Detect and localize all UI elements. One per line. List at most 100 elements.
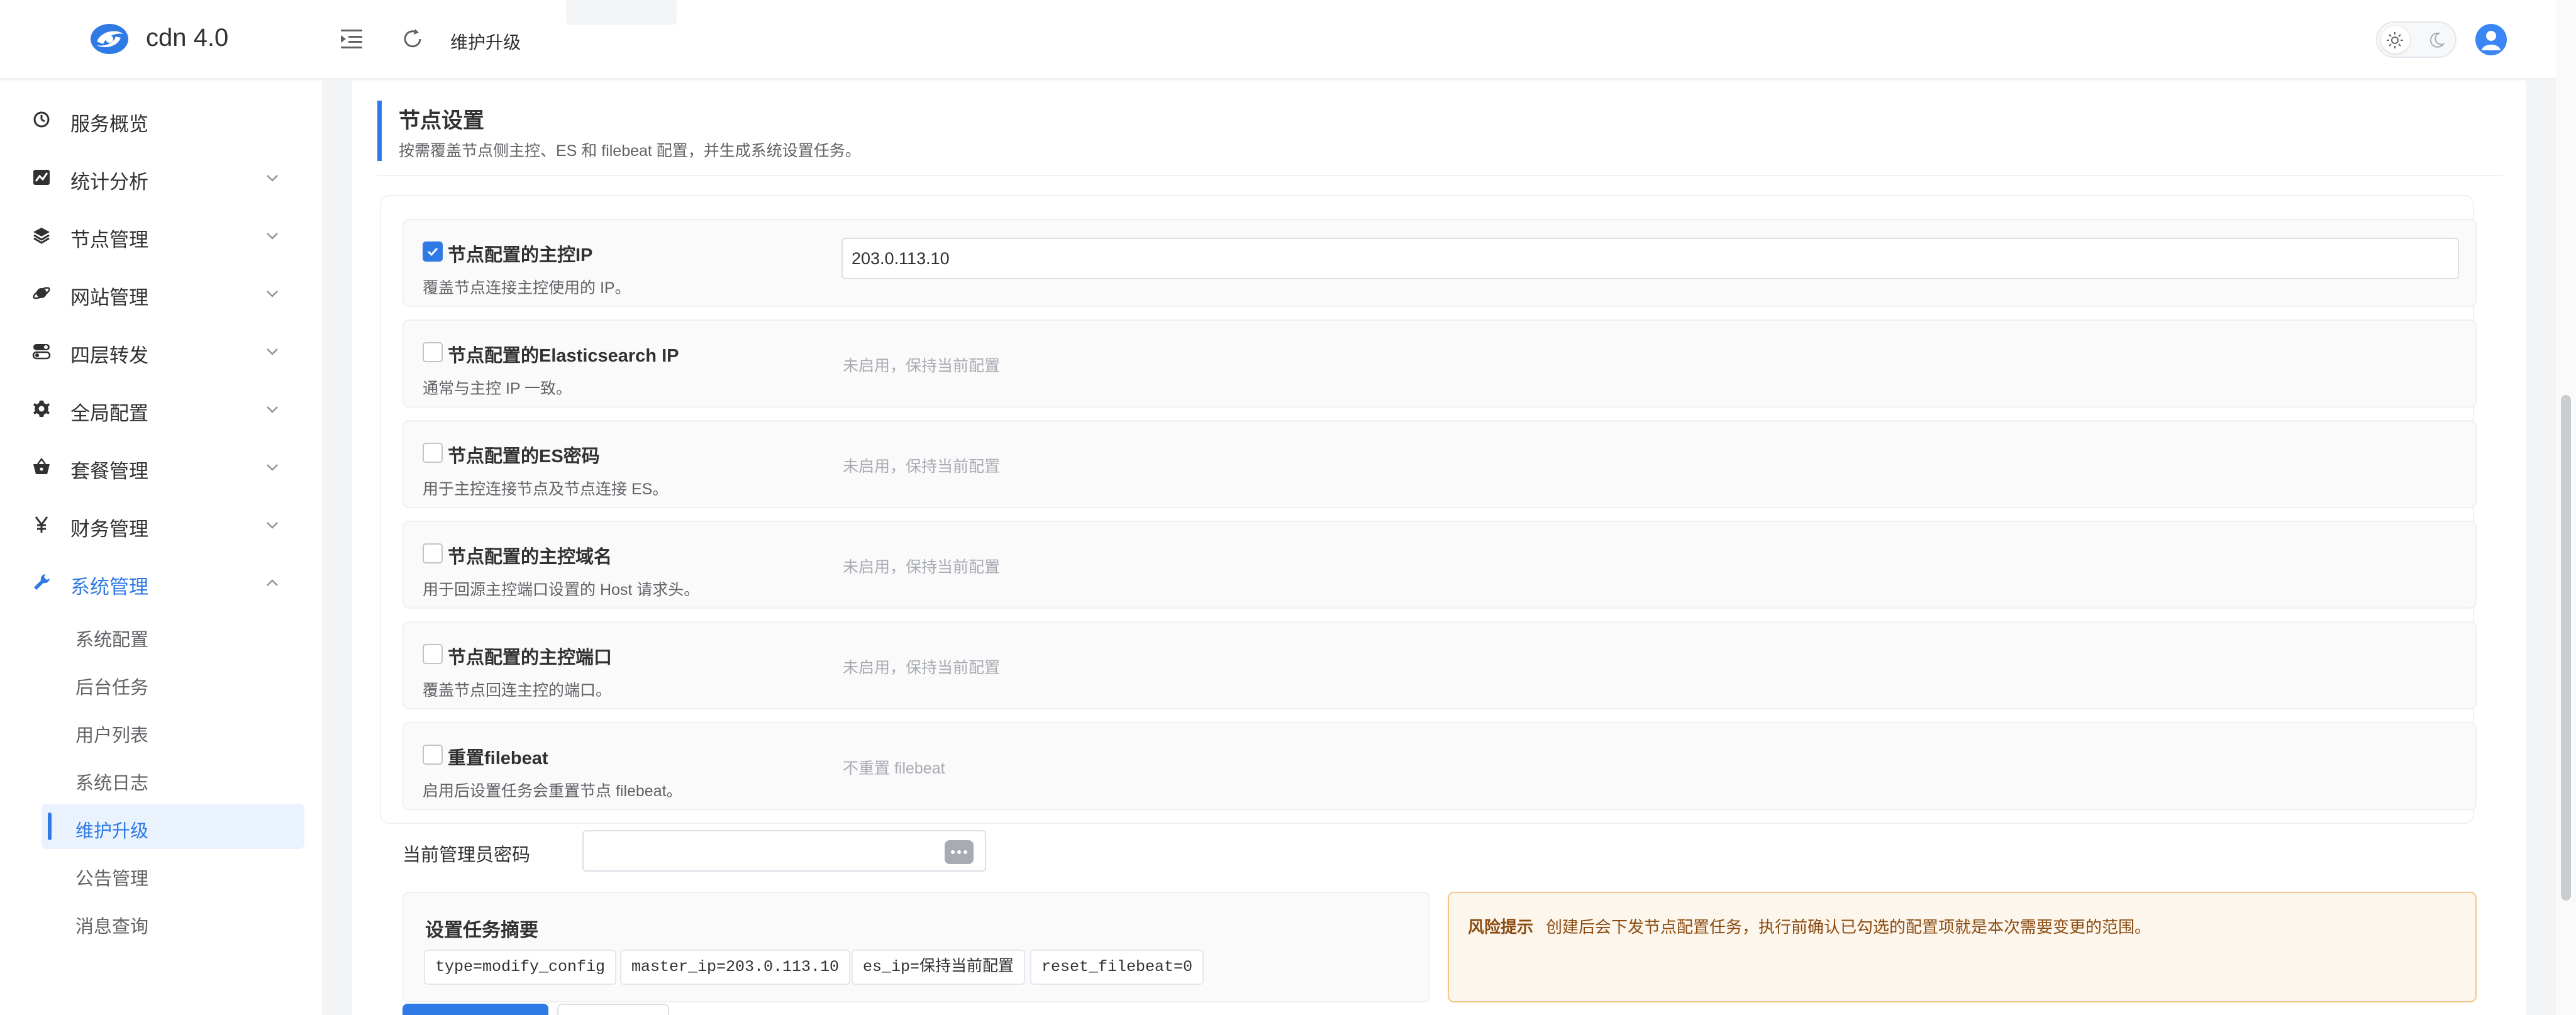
option-master-port: 节点配置的主控端口 覆盖节点回连主控的端口。 未启用，保持当前配置 [402,621,2477,709]
reset-filebeat-checkbox[interactable] [423,745,443,765]
master-ip-checkbox[interactable] [423,241,443,262]
option-master-ip: 节点配置的主控IP 覆盖节点连接主控使用的 IP。 [402,219,2477,307]
sidebar-item-nodes[interactable]: 节点管理 [0,210,322,260]
risk-warning-card: 风险提示 创建后会下发节点配置任务，执行前确认已勾选的配置项就是本次需要变更的范… [1448,892,2477,1002]
section-description: 按需覆盖节点侧主控、ES 和 filebeat 配置，并生成系统设置任务。 [399,142,861,160]
sidebar-subitem-announcements[interactable]: 公告管理 [42,851,304,897]
summary-tag: master_ip=203.0.113.10 [620,950,851,985]
option-title: 节点配置的主控端口 [448,648,613,668]
more-dots-icon [951,850,967,854]
submit-button[interactable] [402,1004,548,1015]
sidebar-subitem-label: 后台任务 [75,678,149,698]
sidebar-item-label: 系统管理 [70,576,148,598]
sidebar-item-finance[interactable]: 财务管理 [0,499,322,550]
sidebar-item-label: 全局配置 [70,402,148,424]
summary-tag: type=modify_config [424,950,617,985]
admin-password-field [582,830,986,872]
option-description: 覆盖节点连接主控使用的 IP。 [423,279,631,297]
refresh-icon[interactable] [400,26,425,52]
dashboard-icon [33,111,50,128]
sidebar-subitem-user-list[interactable]: 用户列表 [42,708,304,753]
master-ip-input[interactable] [841,238,2459,279]
chevron-up-icon [267,579,278,586]
admin-password-label: 当前管理员密码 [402,845,531,865]
risk-title: 风险提示 [1468,918,1534,936]
sidebar: 服务概览 统计分析 节点管理 网站管理 四层转发 全局配置 套餐管理 财务管理 … [0,80,322,1015]
sidebar-subitem-label: 维护升级 [75,821,149,841]
chart-icon [33,170,50,185]
wrench-icon [34,574,50,590]
es-password-checkbox[interactable] [423,443,443,463]
option-hint: 未启用，保持当前配置 [843,558,1001,576]
task-summary-card: 设置任务摘要 type=modify_config master_ip=203.… [402,892,1430,1002]
option-description: 覆盖节点回连主控的端口。 [423,682,612,699]
sidebar-subitem-label: 用户列表 [75,726,149,746]
sidebar-item-forwarding[interactable]: 四层转发 [0,326,322,376]
breadcrumb: 维护升级 [450,33,521,52]
yen-icon [35,516,48,533]
sidebar-subitem-label: 系统配置 [75,630,149,650]
option-hint: 不重置 filebeat [843,760,945,777]
sidebar-subitem-label: 消息查询 [75,917,149,937]
chevron-down-icon [267,406,278,413]
user-icon [2482,31,2501,50]
password-reveal-button[interactable] [945,840,974,864]
basket-icon [33,457,50,474]
sidebar-subitem-maintenance-upgrade[interactable]: 维护升级 [42,804,304,849]
option-hint: 未启用，保持当前配置 [843,357,1001,375]
option-title: 节点配置的ES密码 [448,446,600,467]
theme-toggle[interactable] [2376,21,2457,58]
section-accent-bar [377,101,382,161]
sidebar-item-label: 网站管理 [70,287,148,309]
app-title: cdn 4.0 [146,24,229,52]
planet-icon [33,287,50,299]
top-bar: cdn 4.0 维护升级 [0,0,2556,79]
chevron-down-icon [267,175,278,182]
sidebar-item-system[interactable]: 系统管理 [0,557,322,607]
faded-tab [566,0,677,25]
sidebar-subitem-background-tasks[interactable]: 后台任务 [42,660,304,706]
section-divider [377,175,2503,176]
user-avatar[interactable] [2475,24,2507,55]
elasticsearch-ip-checkbox[interactable] [423,342,443,362]
sidebar-item-label: 统计分析 [70,171,148,193]
sidebar-item-statistics[interactable]: 统计分析 [0,152,322,202]
reset-button[interactable] [557,1004,669,1015]
gear-icon [33,401,50,417]
master-domain-checkbox[interactable] [423,543,443,563]
summary-tag: es_ip=保持当前配置 [852,950,1026,985]
layers-icon [33,228,50,244]
option-title: 节点配置的Elasticsearch IP [448,346,679,366]
sun-icon [2387,32,2403,48]
option-master-domain: 节点配置的主控域名 用于回源主控端口设置的 Host 请求头。 未启用，保持当前… [402,521,2477,609]
sidebar-item-packages[interactable]: 套餐管理 [0,441,322,492]
admin-password-input[interactable] [585,833,937,869]
option-description: 通常与主控 IP 一致。 [423,380,572,397]
sidebar-item-label: 服务概览 [70,113,148,135]
option-hint: 未启用，保持当前配置 [843,458,1001,475]
master-port-checkbox[interactable] [423,644,443,664]
sidebar-item-label: 四层转发 [70,345,148,367]
option-elasticsearch-ip: 节点配置的Elasticsearch IP 通常与主控 IP 一致。 未启用，保… [402,319,2477,408]
chevron-down-icon [267,291,278,297]
option-description: 启用后设置任务会重置节点 filebeat。 [423,782,682,800]
section-title: 节点设置 [399,109,484,133]
option-es-password: 节点配置的ES密码 用于主控连接节点及节点连接 ES。 未启用，保持当前配置 [402,420,2477,508]
cdn-logo-icon [91,24,128,54]
sidebar-item-websites[interactable]: 网站管理 [0,268,322,318]
sidebar-item-overview[interactable]: 服务概览 [0,94,322,145]
sidebar-subitem-system-logs[interactable]: 系统日志 [42,756,304,801]
sidebar-item-label: 财务管理 [70,518,148,540]
option-title: 重置filebeat [448,748,548,768]
collapse-menu-icon[interactable] [340,28,364,50]
sidebar-subitem-system-config[interactable]: 系统配置 [42,613,304,658]
summary-tag: reset_filebeat=0 [1030,950,1204,985]
sidebar-item-global-config[interactable]: 全局配置 [0,384,322,434]
option-title: 节点配置的主控IP [448,245,593,265]
option-title: 节点配置的主控域名 [448,547,613,567]
sidebar-subitem-message-query[interactable]: 消息查询 [42,899,304,945]
page-scrollbar[interactable] [2561,395,2571,901]
chevron-down-icon [267,233,278,240]
chevron-down-icon [267,348,278,355]
option-reset-filebeat: 重置filebeat 启用后设置任务会重置节点 filebeat。 不重置 fi… [402,722,2477,810]
